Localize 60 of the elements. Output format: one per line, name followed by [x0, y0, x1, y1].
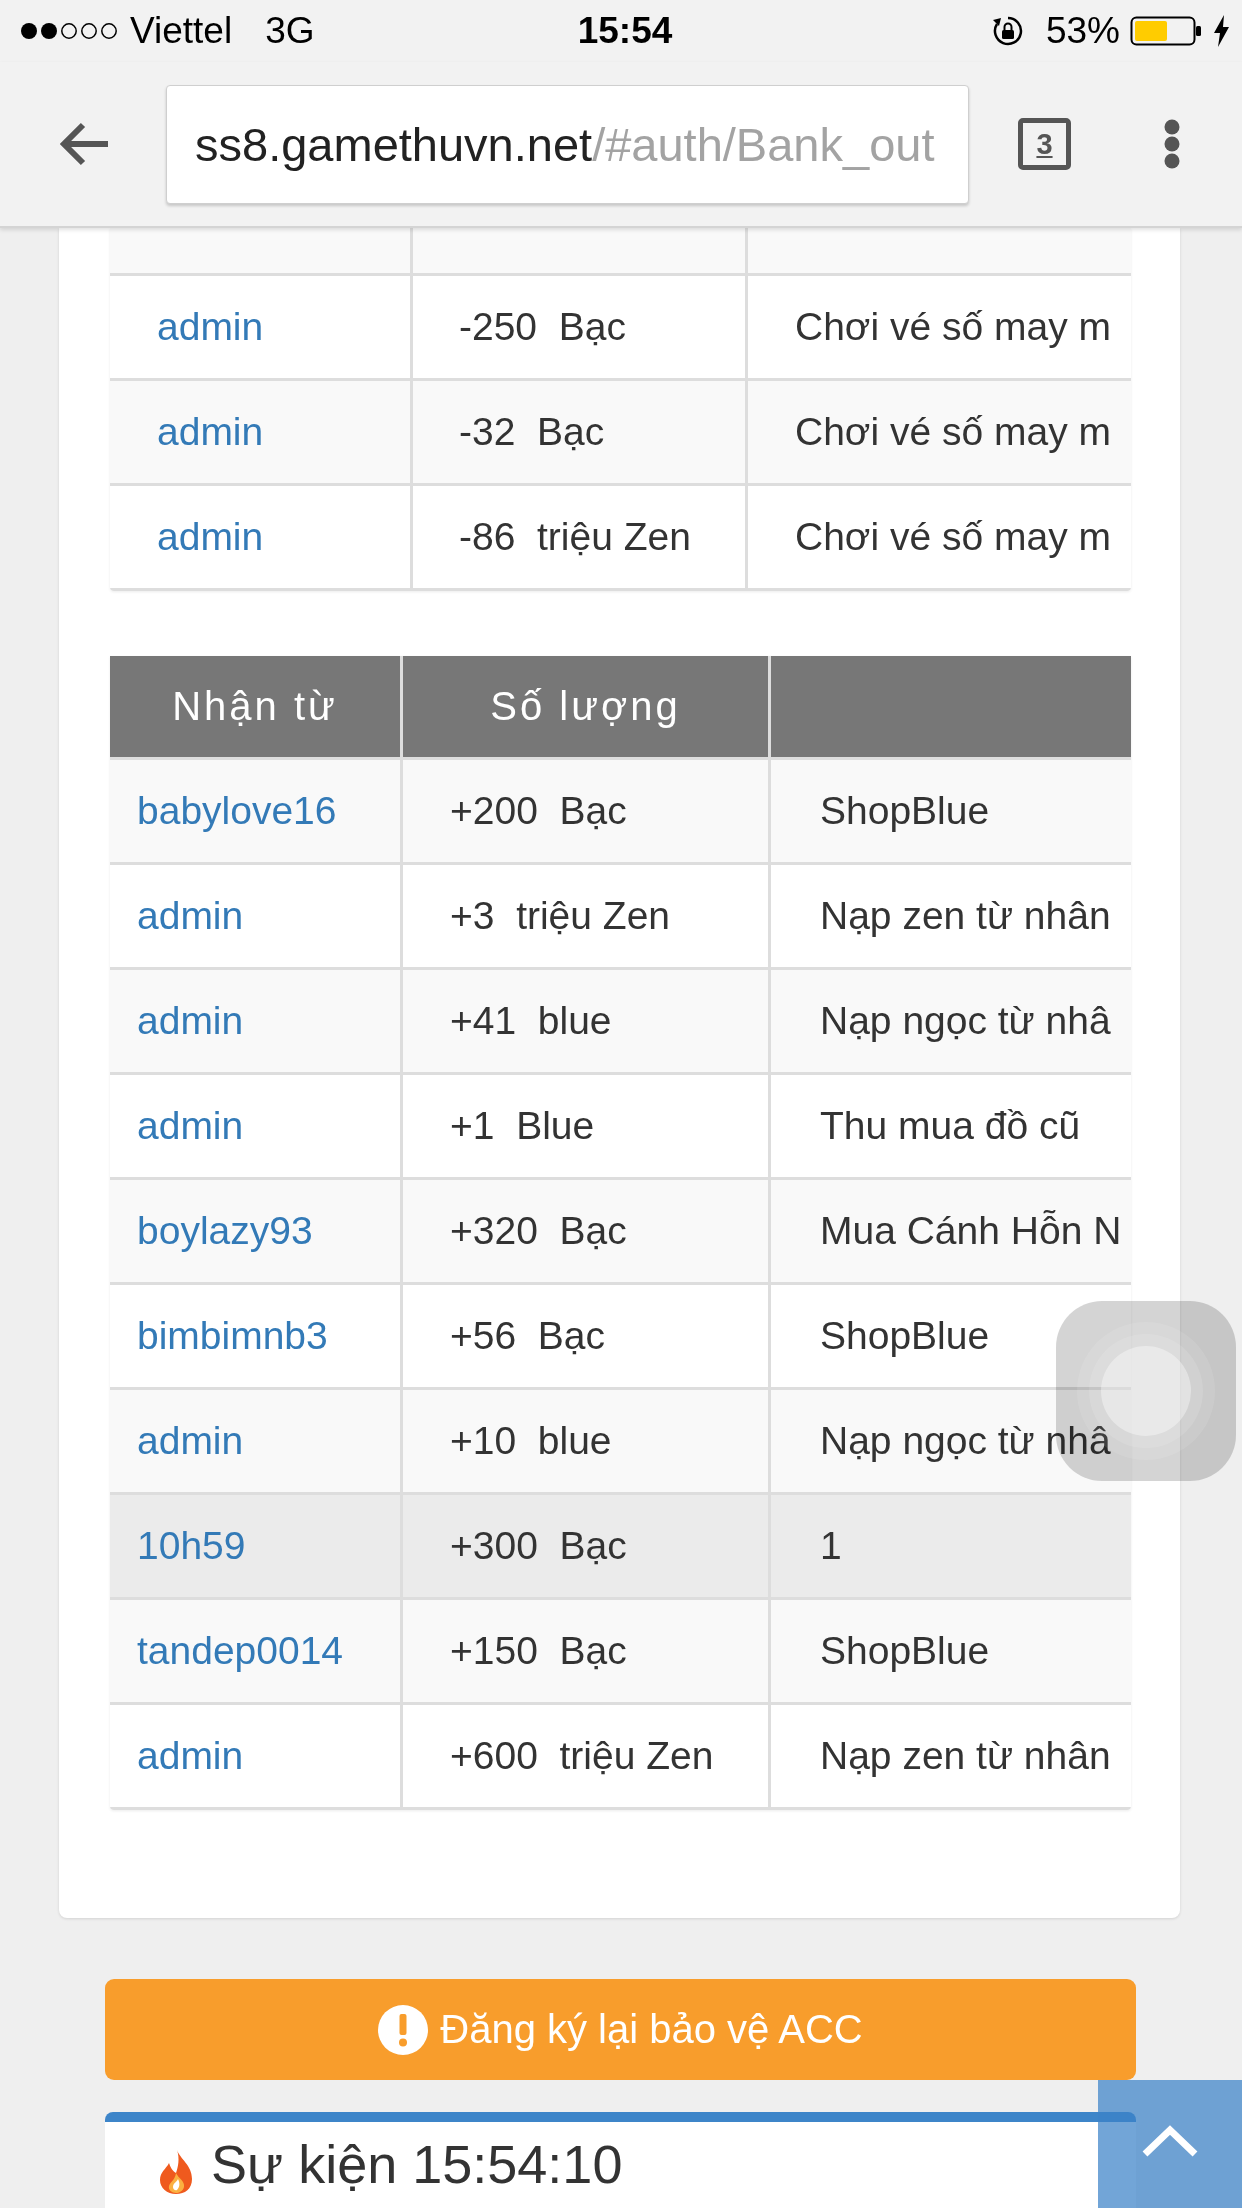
url-domain-text: ss8.gamethuvn.net [195, 116, 593, 172]
note-text: Nạp zen từ nhân [820, 1734, 1111, 1778]
network-type: 3G [265, 10, 315, 52]
battery-icon [1130, 16, 1202, 46]
amount-text: +320 Bạc [450, 1209, 627, 1253]
username-link[interactable]: 10h59 [137, 1524, 246, 1568]
username-link[interactable]: admin [157, 305, 264, 349]
note-text: Nạp ngọc từ nhâ [820, 999, 1111, 1043]
clock-time: 15:54 [577, 10, 673, 52]
tab-count-button[interactable]: 3 [1018, 118, 1071, 170]
note-text: ShopBlue [820, 1314, 990, 1358]
chevron-up-icon [1141, 2125, 1199, 2157]
username-link[interactable]: admin [137, 1734, 244, 1778]
username-link[interactable]: admin [137, 1104, 244, 1148]
username-link[interactable]: admin [137, 999, 244, 1043]
amount-text: +150 Bạc [450, 1629, 627, 1673]
column-header: Nhận từ [172, 684, 338, 729]
username-link[interactable]: boylazy93 [137, 1209, 313, 1253]
note-text: Nạp ngọc từ nhâ [820, 1419, 1111, 1463]
charging-bolt-icon [1212, 15, 1230, 47]
amount-text: +600 triệu Zen [450, 1734, 714, 1778]
panel-title: Sự kiện 15:54:10 [211, 2137, 623, 2191]
amount-text: -250 Bạc [459, 305, 626, 349]
amount-text: +10 blue [450, 1419, 612, 1463]
url-field[interactable]: ss8.gamethuvn.net/#auth/Bank_out [166, 84, 969, 204]
amount-text: +41 blue [450, 999, 612, 1043]
back-arrow-icon[interactable] [58, 121, 110, 167]
username-link[interactable]: babylove16 [137, 789, 337, 833]
note-text: Chơi vé số may m [795, 305, 1111, 349]
username-link[interactable]: admin [137, 1419, 244, 1463]
exclamation-icon [378, 2004, 429, 2055]
username-link[interactable]: admin [137, 894, 244, 938]
carrier-name: Viettel [130, 10, 233, 52]
username-link[interactable]: admin [157, 515, 264, 559]
note-text: Thu mua đồ cũ [820, 1104, 1081, 1148]
rotation-lock-icon [991, 15, 1024, 47]
flame-icon [158, 2149, 194, 2195]
column-header: Số lượng [490, 684, 681, 729]
note-text: Chơi vé số may m [795, 515, 1111, 559]
note-text: Chơi vé số may m [795, 410, 1111, 454]
menu-icon[interactable] [1163, 119, 1181, 169]
note-text: 1 [820, 1524, 842, 1568]
note-text: Nạp zen từ nhân [820, 894, 1111, 938]
note-text: ShopBlue [820, 789, 990, 833]
scroll-top-button[interactable] [1098, 2080, 1242, 2208]
url-path-text: /#auth/Bank_out [592, 116, 935, 172]
note-text: ShopBlue [820, 1629, 990, 1673]
username-link[interactable]: admin [157, 410, 264, 454]
amount-text: -32 Bạc [459, 410, 605, 454]
signal-strength-icon [20, 22, 118, 40]
username-link[interactable]: tandep0014 [137, 1629, 344, 1673]
amount-text: +3 triệu Zen [450, 894, 671, 938]
amount-text: +200 Bạc [450, 789, 627, 833]
battery-percentage: 53% [1045, 10, 1120, 52]
username-link[interactable]: bimbimnb3 [137, 1314, 328, 1358]
amount-text: +1 Blue [450, 1104, 595, 1148]
amount-text: -86 triệu Zen [459, 515, 691, 559]
note-text: Mua Cánh Hỗn N [820, 1209, 1122, 1253]
amount-text: +300 Bạc [450, 1524, 627, 1568]
amount-text: +56 Bạc [450, 1314, 606, 1358]
